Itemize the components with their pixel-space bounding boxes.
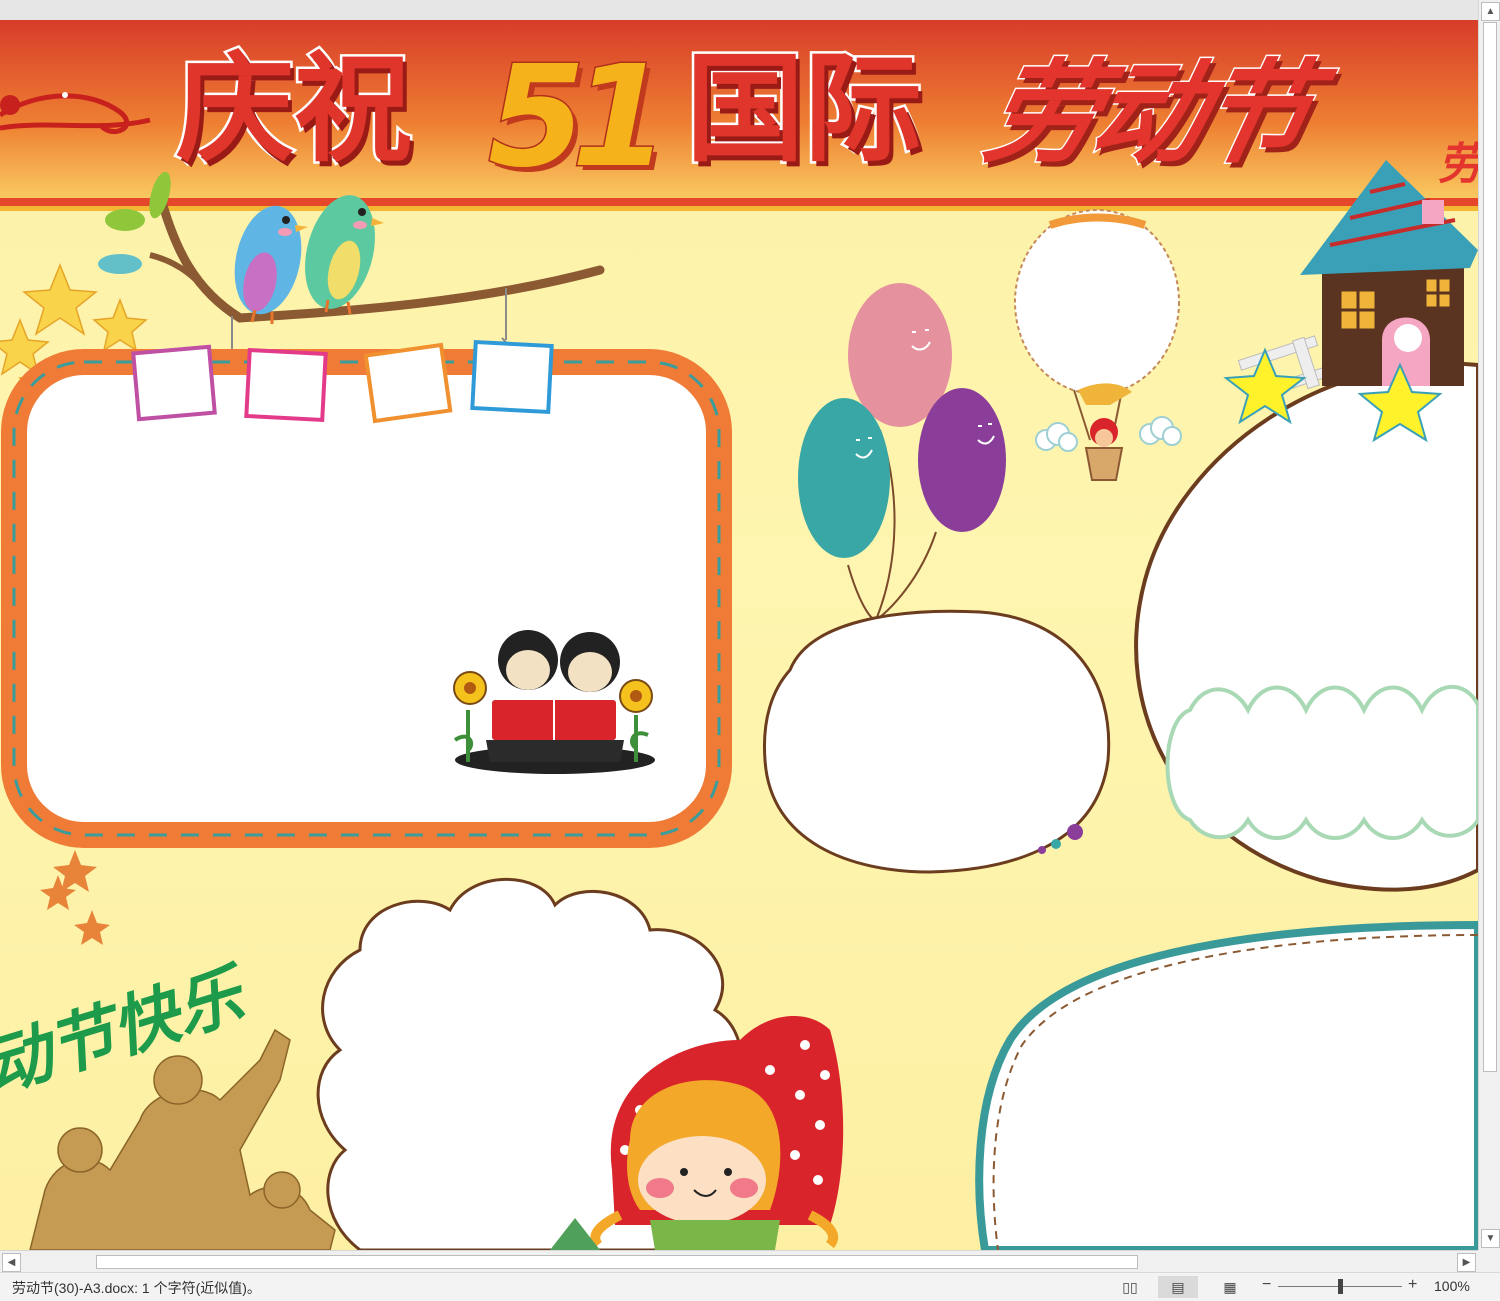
- house: [1300, 160, 1478, 386]
- zoom-out-button[interactable]: −: [1262, 1276, 1271, 1294]
- title-labor-day: 劳动节: [973, 48, 1322, 181]
- title-international: 国际: [683, 39, 924, 178]
- document-word-count[interactable]: 劳动节(30)-A3.docx: 1 个字符(近似值)。: [12, 1278, 261, 1298]
- speech-blob-round: [762, 609, 1111, 874]
- web-layout-icon[interactable]: ▦: [1210, 1276, 1250, 1298]
- read-mode-icon[interactable]: ▯▯: [1110, 1276, 1150, 1298]
- zoom-slider-knob[interactable]: [1338, 1279, 1343, 1294]
- note-area-teal: [975, 920, 1478, 1250]
- hot-air-balloon: [1014, 209, 1182, 481]
- swirl-ornament: [0, 93, 151, 135]
- vertical-scroll-thumb[interactable]: [1483, 22, 1497, 1072]
- swirl-dot: [0, 95, 20, 115]
- scroll-up-button[interactable]: ▲: [1481, 2, 1500, 21]
- scrollbar-corner: [1478, 1250, 1500, 1272]
- bird-green: [305, 195, 384, 315]
- document-page[interactable]: 庆祝 51 国际 劳动节 劳 动节快乐: [0, 20, 1478, 1250]
- scroll-right-button[interactable]: ▶: [1457, 1253, 1476, 1272]
- status-bar: 劳动节(30)-A3.docx: 1 个字符(近似值)。 ▯▯ ▤ ▦ − + …: [0, 1272, 1500, 1301]
- horizontal-scroll-thumb[interactable]: [96, 1255, 1138, 1269]
- print-layout-icon[interactable]: ▤: [1158, 1276, 1198, 1298]
- scroll-left-button[interactable]: ◀: [2, 1253, 21, 1272]
- horizontal-scrollbar[interactable]: ◀ ▶: [0, 1250, 1478, 1273]
- balloons: [798, 283, 1006, 621]
- poster-artwork: [0, 92, 1478, 1250]
- zoom-in-button[interactable]: +: [1408, 1276, 1417, 1294]
- scroll-down-button[interactable]: ▼: [1481, 1229, 1500, 1248]
- zoom-level[interactable]: 100%: [1434, 1278, 1470, 1294]
- title-edge-fragment: 劳: [1438, 139, 1478, 190]
- scalloped-cloud-green: [1165, 684, 1478, 840]
- title-celebrate: 庆祝: [173, 39, 414, 178]
- title-51: 51: [487, 36, 671, 199]
- document-canvas[interactable]: 庆祝 51 国际 劳动节 劳 动节快乐: [0, 0, 1478, 1250]
- vertical-scrollbar[interactable]: ▲ ▼: [1478, 0, 1500, 1250]
- bird-blue: [234, 205, 308, 324]
